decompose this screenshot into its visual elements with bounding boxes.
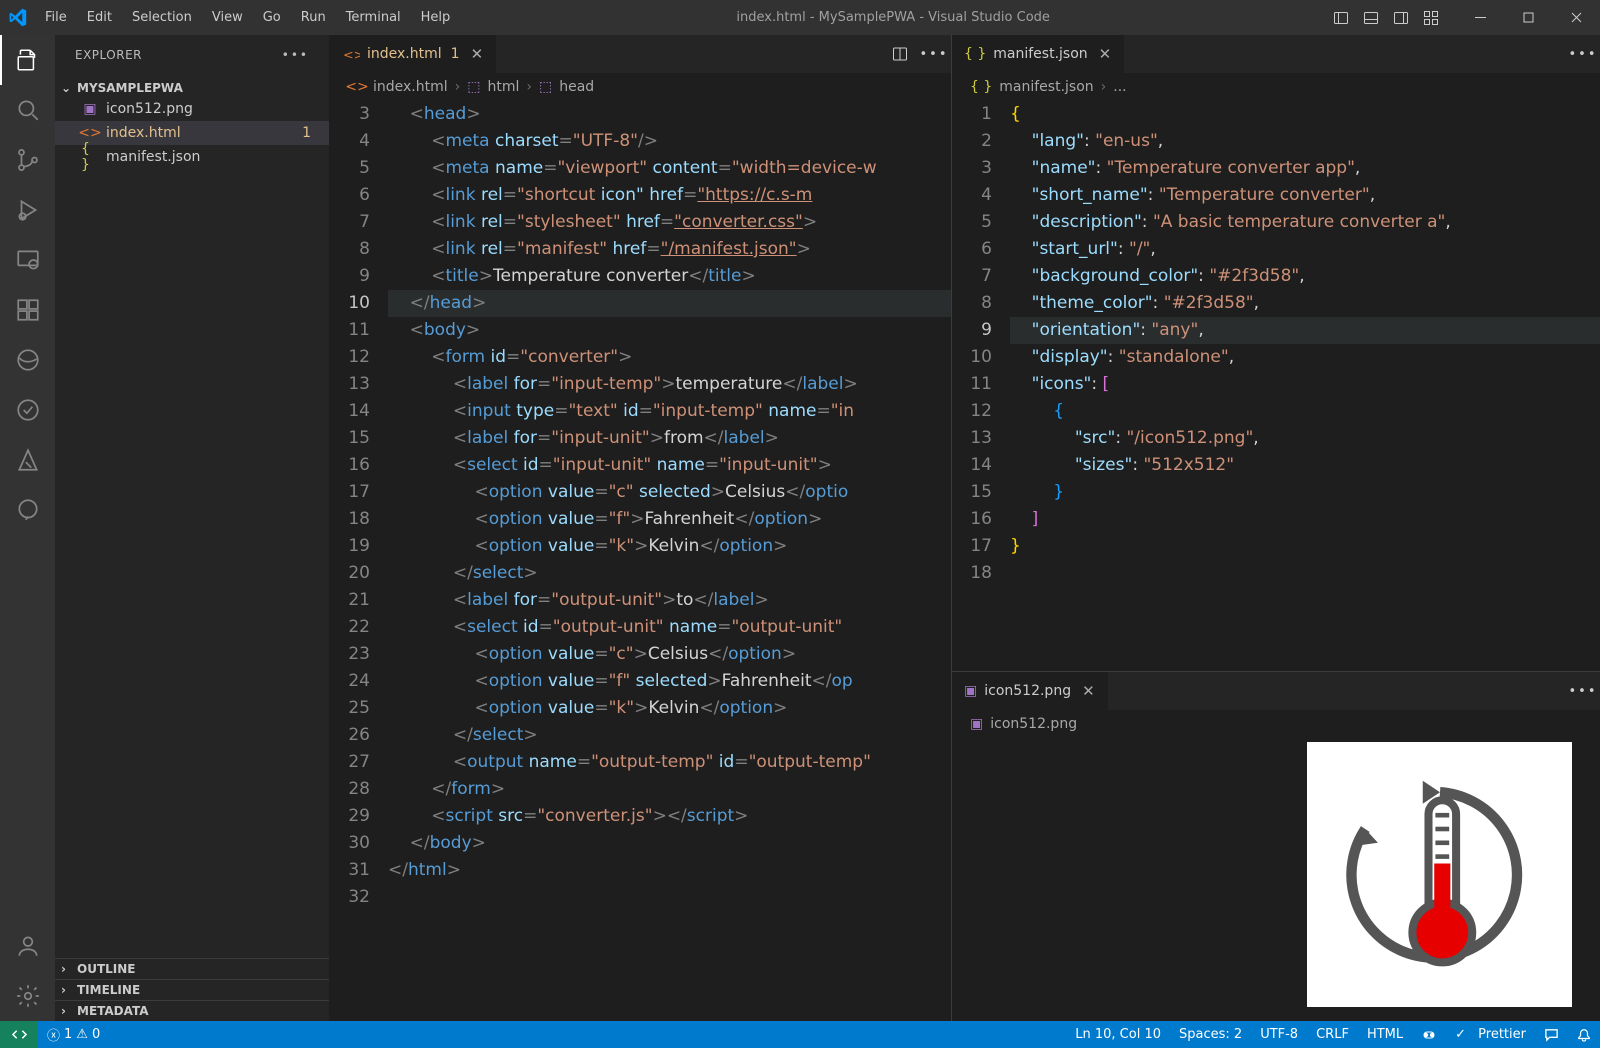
brackets-icon: ⬚ xyxy=(539,79,552,95)
section-outline[interactable]: › OUTLINE xyxy=(55,958,329,979)
explorer-view-icon[interactable] xyxy=(0,35,55,85)
menu-selection[interactable]: Selection xyxy=(122,0,202,35)
modified-badge: 1 xyxy=(302,125,319,141)
accounts-icon[interactable] xyxy=(0,921,55,971)
file-label: manifest.json xyxy=(106,149,200,165)
image-file-icon: ▣ xyxy=(81,100,99,118)
code-editor-right[interactable]: 123456789101112131415161718 { "lang": "e… xyxy=(952,101,1600,671)
image-preview xyxy=(1307,742,1572,1007)
minimize-button[interactable] xyxy=(1456,0,1504,35)
tab-close-icon[interactable]: ✕ xyxy=(1082,682,1095,700)
split-editor-icon[interactable] xyxy=(883,35,917,73)
menu-file[interactable]: File xyxy=(35,0,77,35)
tab-close-icon[interactable]: ✕ xyxy=(471,45,484,63)
code-file-icon: <> xyxy=(81,124,99,142)
code-file-icon: <> xyxy=(348,78,366,96)
editor-more-icon[interactable]: ••• xyxy=(1566,35,1600,73)
azure-view-icon[interactable] xyxy=(0,435,55,485)
vscode-icon xyxy=(0,0,35,35)
status-bar: ⓧ1 ⚠0 Ln 10, Col 10 Spaces: 2 UTF-8 CRLF… xyxy=(0,1021,1600,1048)
chat-view-icon[interactable] xyxy=(0,485,55,535)
toggle-secondary-sidebar-icon[interactable] xyxy=(1386,0,1416,35)
tab-label: manifest.json xyxy=(993,46,1087,62)
problems-status[interactable]: ⓧ1 ⚠0 xyxy=(38,1025,109,1044)
brackets-icon: ⬚ xyxy=(467,79,480,95)
image-file-icon: ▣ xyxy=(964,683,977,699)
tab-icon512-png[interactable]: ▣ icon512.png ✕ xyxy=(952,672,1108,710)
tab-close-icon[interactable]: ✕ xyxy=(1099,45,1112,63)
status-language[interactable]: HTML xyxy=(1358,1027,1412,1043)
code-editor-left[interactable]: 3456789101112131415161718192021222324252… xyxy=(330,101,951,1021)
tab-label: index.html xyxy=(367,46,442,62)
tab-manifest-json[interactable]: { } manifest.json ✕ xyxy=(952,35,1124,73)
file-label: index.html xyxy=(106,125,181,141)
folder-header[interactable]: ⌄MYSAMPLEPWA xyxy=(55,79,329,97)
close-button[interactable] xyxy=(1552,0,1600,35)
menu-help[interactable]: Help xyxy=(411,0,461,35)
editor-more-icon[interactable]: ••• xyxy=(917,35,951,73)
breadcrumb-item[interactable]: icon512.png xyxy=(990,716,1077,732)
run-debug-view-icon[interactable] xyxy=(0,185,55,235)
window-title: index.html - MySamplePWA - Visual Studio… xyxy=(460,10,1326,25)
toggle-primary-sidebar-icon[interactable] xyxy=(1326,0,1356,35)
explorer-more-icon[interactable]: ••• xyxy=(282,48,309,62)
extensions-view-icon[interactable] xyxy=(0,285,55,335)
remote-indicator[interactable] xyxy=(0,1021,38,1048)
breadcrumb-item[interactable]: manifest.json xyxy=(999,79,1093,95)
menu-terminal[interactable]: Terminal xyxy=(336,0,411,35)
settings-gear-icon[interactable] xyxy=(0,971,55,1021)
source-control-view-icon[interactable] xyxy=(0,135,55,185)
code-file-icon: <> xyxy=(342,45,360,63)
edge-tools-icon[interactable] xyxy=(0,335,55,385)
testing-view-icon[interactable] xyxy=(0,385,55,435)
menu-go[interactable]: Go xyxy=(253,0,291,35)
toggle-panel-icon[interactable] xyxy=(1356,0,1386,35)
status-bell-icon[interactable] xyxy=(1568,1027,1600,1043)
image-file-icon: ▣ xyxy=(970,716,983,732)
status-cursor-position[interactable]: Ln 10, Col 10 xyxy=(1066,1027,1170,1043)
svg-text:<>: <> xyxy=(343,47,360,62)
json-file-icon: { } xyxy=(964,46,986,62)
status-prettier[interactable]: ✓ Prettier xyxy=(1446,1027,1535,1043)
status-eol[interactable]: CRLF xyxy=(1307,1027,1358,1043)
tab-index-html[interactable]: <> index.html 1 ✕ xyxy=(330,35,496,73)
section-metadata[interactable]: › METADATA xyxy=(55,1000,329,1021)
menu-edit[interactable]: Edit xyxy=(77,0,122,35)
section-timeline[interactable]: › TIMELINE xyxy=(55,979,329,1000)
menu-run[interactable]: Run xyxy=(291,0,336,35)
status-encoding[interactable]: UTF-8 xyxy=(1251,1027,1307,1043)
menu-view[interactable]: View xyxy=(202,0,253,35)
breadcrumb-item[interactable]: index.html xyxy=(373,79,448,95)
customize-layout-icon[interactable] xyxy=(1416,0,1446,35)
status-copilot-icon[interactable] xyxy=(1412,1027,1446,1043)
tab-modified-badge: 1 xyxy=(451,46,460,62)
folder-name: MYSAMPLEPWA xyxy=(77,81,183,95)
search-view-icon[interactable] xyxy=(0,85,55,135)
file-item-manifest-json[interactable]: { } manifest.json xyxy=(55,145,329,169)
file-item-icon512-png[interactable]: ▣ icon512.png xyxy=(55,97,329,121)
breadcrumb-item[interactable]: head xyxy=(559,79,594,95)
status-indentation[interactable]: Spaces: 2 xyxy=(1170,1027,1251,1043)
json-file-icon: { } xyxy=(970,79,992,95)
tab-label: icon512.png xyxy=(984,683,1071,699)
file-label: icon512.png xyxy=(106,101,193,117)
breadcrumb-item[interactable]: ... xyxy=(1113,79,1126,95)
editor-more-icon[interactable]: ••• xyxy=(1566,672,1600,710)
remote-explorer-view-icon[interactable] xyxy=(0,235,55,285)
json-file-icon: { } xyxy=(81,148,99,166)
status-feedback-icon[interactable] xyxy=(1535,1027,1568,1043)
maximize-button[interactable] xyxy=(1504,0,1552,35)
sidebar-title: EXPLORER xyxy=(75,48,282,62)
breadcrumb-item[interactable]: html xyxy=(488,79,520,95)
